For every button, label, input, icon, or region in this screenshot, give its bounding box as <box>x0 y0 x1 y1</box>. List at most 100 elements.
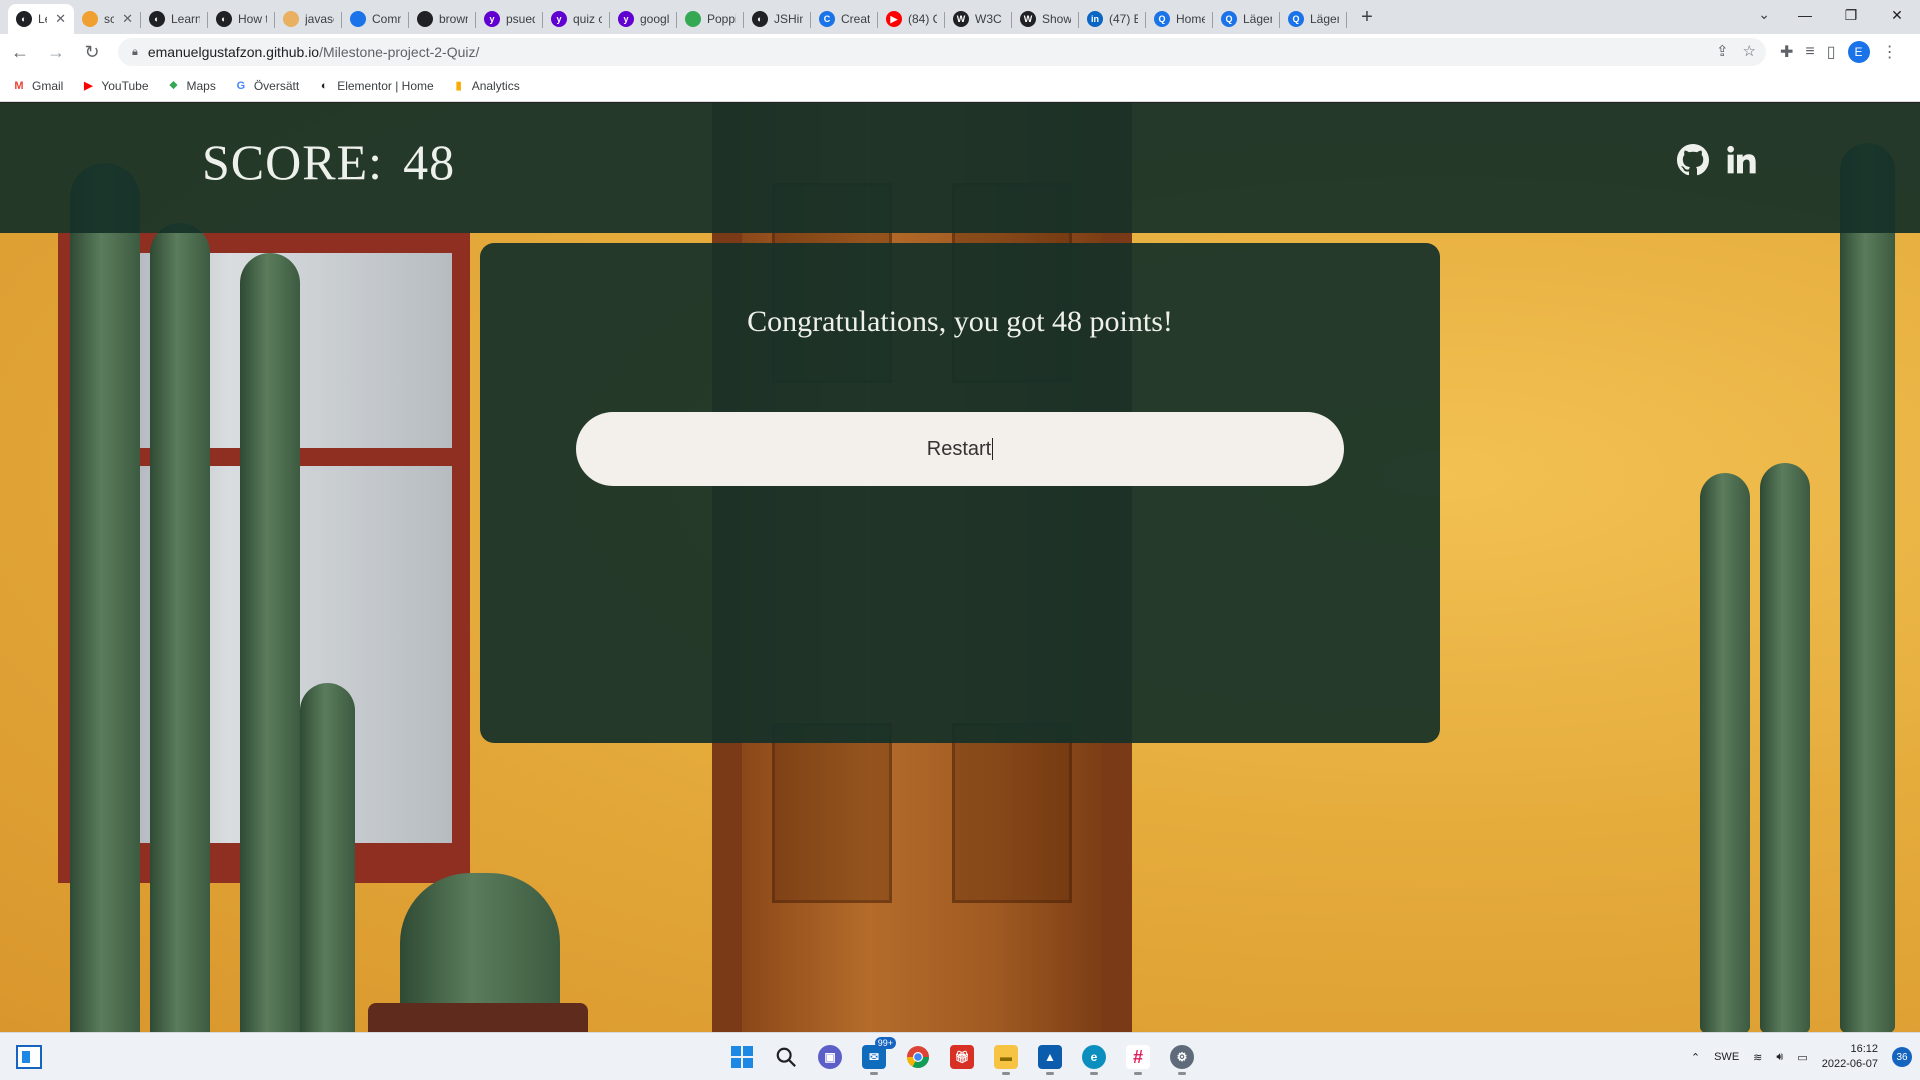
bookmark-item[interactable]: ▮ Analytics <box>452 79 520 93</box>
tab-label: brown <box>439 12 468 26</box>
bookmark-label: YouTube <box>101 78 149 93</box>
photos-icon[interactable]: ▲ <box>1032 1039 1068 1075</box>
media-icon[interactable]: ≡ <box>1805 43 1814 61</box>
browser-tab[interactable]: javascri <box>275 4 342 34</box>
close-window-icon[interactable]: ✕ <box>1874 0 1920 30</box>
wifi-icon[interactable]: ≋ <box>1753 1051 1762 1064</box>
omnibox-actions: ⇪ ☆ <box>1716 42 1756 60</box>
browser-tab[interactable]: Poppin <box>677 4 744 34</box>
background-pot <box>368 1003 588 1032</box>
address-bar[interactable]: 🔒︎ emanuelgustafzon.github.io/Milestone-… <box>118 38 1766 66</box>
bookmark-item[interactable]: G Översätt <box>234 79 300 93</box>
tab-favicon-icon <box>417 11 433 27</box>
browser-tab[interactable]: Q HomeC <box>1146 4 1213 34</box>
background-cactus <box>70 163 140 1032</box>
browser-tab[interactable]: ◐ Lea ✕ <box>8 4 74 34</box>
browser-tab[interactable]: ypsuedo <box>476 4 543 34</box>
widgets-icon[interactable] <box>16 1045 42 1069</box>
share-icon[interactable]: ⇪ <box>1716 42 1729 60</box>
lock-icon: 🔒︎ <box>132 45 138 58</box>
settings-icon[interactable]: ⚙ <box>1164 1039 1200 1075</box>
bookmark-item[interactable]: ◐ Elementor | Home <box>317 79 434 93</box>
gift-app-icon[interactable]: 🎁︎ <box>944 1039 980 1075</box>
bookmark-favicon-icon: ◐ <box>320 79 328 92</box>
linkedin-icon[interactable] <box>1724 143 1758 177</box>
tab-favicon-icon: Q <box>1221 11 1237 27</box>
back-icon[interactable]: ← <box>4 36 36 68</box>
result-card: Congratulations, you got 48 points! Rest… <box>480 243 1440 743</box>
tab-close-icon[interactable]: ✕ <box>122 11 133 27</box>
mail-icon[interactable]: ✉ 99+ <box>856 1037 896 1075</box>
bookmark-favicon-icon: M <box>14 79 24 92</box>
tab-label: scri <box>104 12 115 26</box>
bookmark-label: Maps <box>186 78 216 93</box>
edge-icon[interactable]: e <box>1076 1039 1112 1075</box>
browser-tab[interactable]: C Create <box>811 4 878 34</box>
tab-favicon-icon: y <box>618 11 634 27</box>
browser-tab[interactable]: ▶ (84) Co <box>878 4 945 34</box>
search-icon[interactable] <box>768 1039 804 1075</box>
start-icon[interactable] <box>724 1039 760 1075</box>
tab-label: W3C CS <box>975 12 1004 26</box>
clock[interactable]: 16:12 2022-06-07 <box>1822 1042 1878 1072</box>
chevron-up-icon[interactable]: ⌃ <box>1691 1051 1700 1064</box>
minimize-icon[interactable]: — <box>1782 0 1828 30</box>
browser-tab[interactable]: ◐ Learn S <box>141 4 208 34</box>
bookmark-item[interactable]: ⬥ Maps <box>167 79 216 93</box>
restart-label: Restart <box>926 437 992 460</box>
text-cursor <box>992 438 994 460</box>
volume-icon[interactable]: 🔊︎ <box>1776 1051 1783 1064</box>
tab-close-icon[interactable]: ✕ <box>55 11 66 27</box>
notification-badge[interactable]: 36 <box>1892 1047 1912 1067</box>
background-door-panel <box>952 723 1072 903</box>
browser-tab[interactable]: Q Lägenh <box>1213 4 1280 34</box>
tab-search-icon[interactable]: ⌄ <box>1758 6 1770 23</box>
reload-icon[interactable]: ↻ <box>76 36 108 68</box>
page-viewport: SCORE: 48 Congratulations, you got 48 poi… <box>0 103 1920 1032</box>
side-panel-icon[interactable]: ▯ <box>1827 42 1836 62</box>
tab-label: Showin <box>1042 12 1071 26</box>
chrome-icon[interactable] <box>900 1039 936 1075</box>
browser-tab[interactable]: scri ✕ <box>74 4 141 34</box>
profile-avatar[interactable]: E <box>1847 41 1870 63</box>
background-cactus <box>400 873 560 1013</box>
tab-label: Create <box>841 12 870 26</box>
tab-label: Lägenh <box>1243 12 1272 26</box>
bookmark-item[interactable]: ▶ YouTube <box>81 79 148 93</box>
tab-label: Poppin <box>707 12 736 26</box>
browser-tab[interactable]: in (47) Em <box>1079 4 1146 34</box>
clock-date: 2022-06-07 <box>1821 1058 1878 1070</box>
bookmark-favicon-icon: G <box>236 79 246 92</box>
browser-tab[interactable]: Commo <box>342 4 409 34</box>
bookmark-item[interactable]: M Gmail <box>12 79 63 93</box>
bookmark-favicon-icon: ▶ <box>84 80 93 92</box>
browser-tab[interactable]: W W3C CS <box>945 4 1012 34</box>
forward-icon[interactable]: → <box>40 36 72 68</box>
menu-icon[interactable]: ⋮ <box>1882 42 1898 62</box>
browser-tab[interactable]: W Showin <box>1012 4 1079 34</box>
bookmark-star-icon[interactable]: ☆ <box>1743 42 1756 60</box>
tab-label: javascri <box>305 12 334 26</box>
battery-icon[interactable]: ▭ <box>1797 1051 1807 1064</box>
restore-icon[interactable]: ❐ <box>1828 0 1874 30</box>
tab-label: JSHint, <box>774 12 803 26</box>
slack-icon[interactable]: # <box>1120 1039 1156 1075</box>
new-tab-button[interactable]: + <box>1353 3 1381 31</box>
github-icon[interactable] <box>1676 143 1710 177</box>
browser-tab[interactable]: ◐ JSHint, <box>744 4 811 34</box>
mail-badge: 99+ <box>874 1037 896 1049</box>
social-links <box>1676 143 1758 177</box>
browser-tab[interactable]: ygoogle <box>610 4 677 34</box>
restart-button[interactable]: Restart <box>576 412 1344 486</box>
score-value: 48 <box>403 134 456 190</box>
tab-label: quiz co <box>573 12 602 26</box>
browser-tab[interactable]: y quiz co <box>543 4 610 34</box>
file-explorer-icon[interactable]: ▬ <box>988 1039 1024 1075</box>
browser-tab[interactable]: brown <box>409 4 476 34</box>
extensions-icon[interactable]: ✚ <box>1780 42 1793 62</box>
tab-label: How to <box>238 12 267 26</box>
browser-tab[interactable]: ◐ How to <box>208 4 275 34</box>
teams-chat-icon[interactable]: ▣ <box>812 1039 848 1075</box>
language-indicator[interactable]: SWE <box>1714 1051 1739 1063</box>
browser-tab[interactable]: Q Lägenh <box>1280 4 1347 34</box>
